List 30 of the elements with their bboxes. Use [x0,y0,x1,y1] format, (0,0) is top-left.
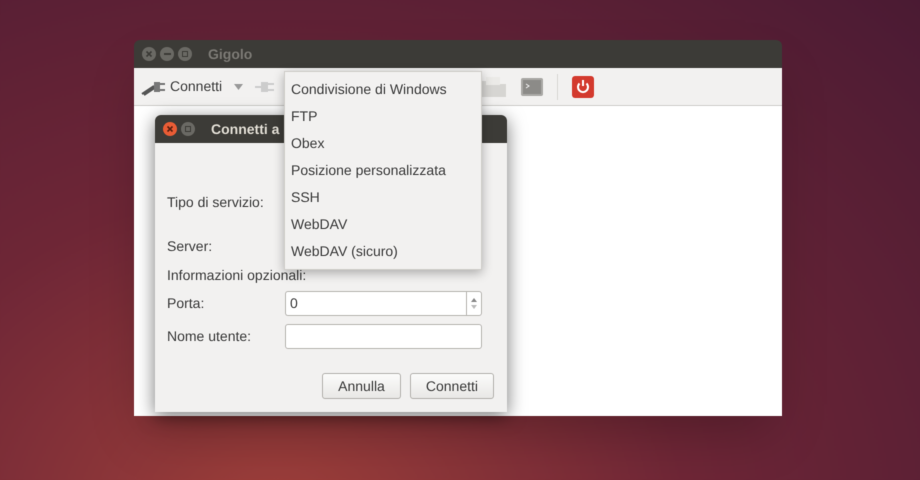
field-label: Server: [167,236,214,256]
cancel-button[interactable]: Annulla [322,373,401,399]
close-icon[interactable] [142,47,156,61]
menu-item[interactable]: FTP [285,103,481,130]
section-heading: Informazioni opzionali: [167,266,306,285]
spin-field[interactable]: 0 [285,290,466,316]
minimize-icon[interactable] [160,47,174,61]
power-icon[interactable] [572,76,594,98]
connect-button[interactable]: Connetti [410,373,494,399]
folder-icon[interactable] [481,76,508,98]
menu-item[interactable]: Condivisione di Windows [285,76,481,103]
plug-icon[interactable] [255,80,276,94]
maximize-icon[interactable] [181,122,195,136]
menu-item[interactable]: Posizione personalizzata [285,157,481,184]
maximize-icon[interactable] [178,47,192,61]
menu-item[interactable]: Obex [285,130,481,157]
menu-item[interactable]: WebDAV (sicuro) [285,238,481,265]
dropdown-caret-icon[interactable] [234,84,244,90]
menu-item[interactable]: WebDAV [285,211,481,238]
dialog-title: Connetti a [211,120,280,138]
window-title: Gigolo [208,44,252,64]
field-label: Tipo di servizio: [167,192,265,212]
terminal-icon[interactable] [521,78,544,96]
connect-button[interactable]: Connetti [140,76,222,97]
field-label: Porta: [167,294,206,312]
close-icon[interactable] [163,122,177,136]
menu-item[interactable]: SSH [285,184,481,211]
spin-arrows-icon[interactable] [466,290,482,316]
field-label: Nome utente: [167,326,252,346]
input-field[interactable] [285,324,482,348]
